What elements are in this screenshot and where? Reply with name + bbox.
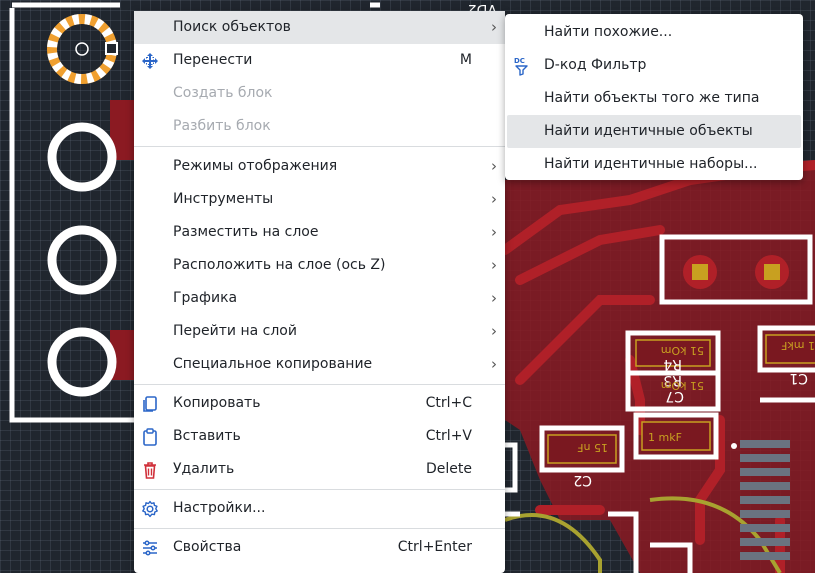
menu-item-label: Свойства bbox=[173, 539, 242, 555]
shortcut-label: Ctrl+Enter bbox=[397, 539, 472, 555]
value-label-c1: 1 mkF bbox=[781, 339, 815, 352]
value-label-r3: 51 kOm bbox=[661, 379, 704, 392]
menu-item-graphics[interactable]: Графика › bbox=[134, 282, 505, 315]
silk-label-c2: C2 bbox=[573, 472, 592, 488]
menu-item-paste[interactable]: Вставить Ctrl+V bbox=[134, 420, 505, 453]
sliders-icon bbox=[141, 539, 159, 557]
menu-item-label: Вставить bbox=[173, 428, 241, 444]
submenu-item-label: Найти похожие... bbox=[544, 24, 673, 40]
submenu-item-label: Найти объекты того же типа bbox=[544, 90, 760, 106]
menu-separator bbox=[134, 489, 505, 490]
gear-icon bbox=[141, 500, 159, 518]
chevron-right-icon: › bbox=[491, 18, 497, 36]
menu-item-copy[interactable]: Копировать Ctrl+C bbox=[134, 387, 505, 420]
header-pads bbox=[47, 14, 118, 397]
submenu-item-find-identical-objects[interactable]: Найти идентичные объекты bbox=[507, 115, 801, 148]
copy-icon bbox=[141, 395, 159, 413]
shortcut-label: M bbox=[459, 52, 472, 68]
chevron-right-icon: › bbox=[491, 322, 497, 340]
chevron-right-icon: › bbox=[491, 190, 497, 208]
menu-separator bbox=[134, 384, 505, 385]
move-icon bbox=[141, 52, 159, 70]
shortcut-label: Delete bbox=[426, 461, 472, 477]
menu-item-label: Инструменты bbox=[173, 191, 274, 207]
menu-item-label: Разместить на слое bbox=[173, 224, 319, 240]
menu-separator bbox=[134, 528, 505, 529]
value-label-r4: 51 kOm bbox=[661, 344, 704, 357]
chevron-right-icon: › bbox=[491, 289, 497, 307]
menu-item-label: Перейти на слой bbox=[173, 323, 297, 339]
context-menu: Поиск объектов › Перенести M Создать бло… bbox=[134, 11, 505, 573]
menu-item-label: Разбить блок bbox=[173, 118, 271, 134]
menu-item-explode-block: Разбить блок bbox=[134, 110, 505, 143]
paste-icon bbox=[141, 428, 159, 446]
shortcut-label: Ctrl+C bbox=[425, 395, 472, 411]
find-objects-submenu: Найти похожие... DC D-код Фильтр Найти о… bbox=[505, 14, 803, 180]
submenu-item-find-similar[interactable]: Найти похожие... bbox=[505, 16, 803, 49]
chevron-right-icon: › bbox=[491, 355, 497, 373]
submenu-item-label: Найти идентичные наборы... bbox=[544, 156, 758, 172]
menu-item-special-copy[interactable]: Специальное копирование › bbox=[134, 348, 505, 381]
submenu-item-dcode-filter[interactable]: DC D-код Фильтр bbox=[505, 49, 803, 82]
value-label-c2: 15 nF bbox=[577, 441, 608, 454]
submenu-item-label: D-код Фильтр bbox=[544, 57, 647, 73]
menu-item-label: Создать блок bbox=[173, 85, 273, 101]
menu-item-label: Поиск объектов bbox=[173, 19, 291, 35]
menu-item-label: Удалить bbox=[173, 461, 235, 477]
submenu-item-find-identical-sets[interactable]: Найти идентичные наборы... bbox=[505, 148, 803, 181]
menu-item-label: Графика bbox=[173, 290, 238, 306]
menu-item-label: Перенести bbox=[173, 52, 253, 68]
menu-item-label: Режимы отображения bbox=[173, 158, 338, 174]
shortcut-label: Ctrl+V bbox=[425, 428, 472, 444]
chevron-right-icon: › bbox=[491, 157, 497, 175]
chevron-right-icon: › bbox=[491, 256, 497, 274]
menu-item-find-objects[interactable]: Поиск объектов › bbox=[134, 11, 505, 44]
silk-label-r4: R4 bbox=[663, 356, 682, 372]
menu-item-delete[interactable]: Удалить Delete bbox=[134, 453, 505, 486]
submenu-item-find-same-type[interactable]: Найти объекты того же типа bbox=[505, 82, 803, 115]
value-label-c7: 1 mkF bbox=[648, 431, 682, 444]
menu-item-label: Настройки... bbox=[173, 500, 266, 516]
dc-filter-icon: DC bbox=[513, 56, 531, 76]
menu-item-go-to-layer[interactable]: Перейти на слой › bbox=[134, 315, 505, 348]
menu-item-tools[interactable]: Инструменты › bbox=[134, 183, 505, 216]
chevron-right-icon: › bbox=[491, 223, 497, 241]
silk-label-c1: C1 bbox=[789, 370, 808, 386]
menu-item-display-modes[interactable]: Режимы отображения › bbox=[134, 150, 505, 183]
menu-item-move[interactable]: Перенести M bbox=[134, 44, 505, 77]
menu-item-label: Специальное копирование bbox=[173, 356, 373, 372]
trash-icon bbox=[141, 461, 159, 479]
menu-item-place-on-layer[interactable]: Разместить на слое › bbox=[134, 216, 505, 249]
menu-item-settings[interactable]: Настройки... bbox=[134, 492, 505, 525]
menu-item-properties[interactable]: Свойства Ctrl+Enter bbox=[134, 531, 505, 564]
menu-item-arrange-z[interactable]: Расположить на слое (ось Z) › bbox=[134, 249, 505, 282]
menu-separator bbox=[134, 146, 505, 147]
menu-item-label: Копировать bbox=[173, 395, 261, 411]
dc-icon-text: DC bbox=[514, 57, 525, 65]
menu-item-label: Расположить на слое (ось Z) bbox=[173, 257, 386, 273]
submenu-item-label: Найти идентичные объекты bbox=[544, 123, 753, 139]
menu-item-create-block: Создать блок bbox=[134, 77, 505, 110]
